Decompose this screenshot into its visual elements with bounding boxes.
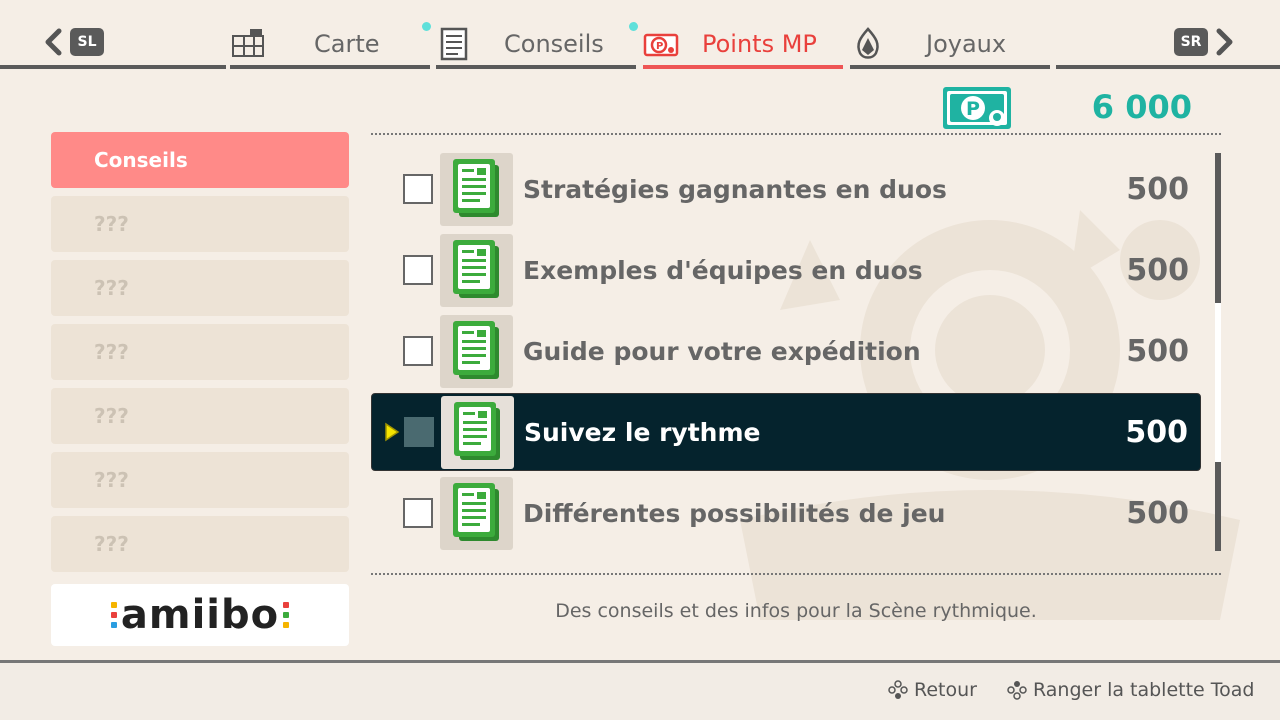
svg-text:P: P	[966, 98, 980, 120]
list-item[interactable]: Stratégies gagnantes en duos 500	[371, 150, 1201, 228]
top-tab-bar: SL Carte Conseils P Points MP Joyaux SR	[0, 0, 1280, 70]
points-balance: 6 000	[1091, 88, 1192, 126]
back-button[interactable]: Retour	[888, 679, 977, 701]
sidebar-item-label: ???	[94, 532, 129, 556]
item-title: Exemples d'équipes en duos	[523, 255, 923, 285]
amiibo-logo: amiibo	[120, 592, 280, 638]
right-shoulder-button[interactable]: SR	[1174, 28, 1236, 56]
tab-label-carte: Carte	[314, 30, 380, 58]
list-item[interactable]: Suivez le rythme 500	[371, 393, 1201, 471]
scrollbar-thumb[interactable]	[1215, 153, 1221, 303]
divider-top	[371, 133, 1221, 135]
chevron-right-icon	[1216, 28, 1233, 56]
tab-label-joyaux: Joyaux	[926, 30, 1007, 58]
list-item[interactable]: Exemples d'équipes en duos 500	[371, 231, 1201, 309]
tab-carte[interactable]: Carte	[230, 20, 380, 68]
mp-points-icon: P	[943, 87, 1011, 129]
item-price: 500	[1126, 171, 1189, 207]
button-x-icon	[1007, 681, 1027, 700]
checkbox[interactable]	[403, 336, 433, 366]
item-thumbnail	[440, 152, 513, 226]
notepad-icon	[440, 27, 468, 61]
tab-underline-points-mp	[643, 65, 843, 69]
map-icon	[232, 29, 264, 57]
sidebar-item-label: ???	[94, 404, 129, 428]
tab-underline-carte	[230, 65, 430, 69]
scrollbar-thumb[interactable]	[1215, 462, 1221, 551]
item-title: Stratégies gagnantes en duos	[523, 174, 947, 204]
item-description: Des conseils et des infos pour la Scène …	[555, 600, 1037, 622]
sidebar-item-locked[interactable]: ???	[51, 388, 349, 444]
document-icon	[453, 402, 500, 460]
category-sidebar: Conseils ??? ??? ??? ??? ??? ???	[51, 132, 349, 580]
sidebar-item-label: ???	[94, 468, 129, 492]
item-price: 500	[1126, 252, 1189, 288]
new-indicator-dot	[422, 22, 431, 31]
sidebar-item-locked[interactable]: ???	[51, 196, 349, 252]
selection-cursor-icon	[385, 422, 400, 442]
tab-points-mp[interactable]: P Points MP	[629, 20, 817, 68]
item-thumbnail	[440, 233, 513, 307]
list-item[interactable]: Différentes possibilités de jeu 500	[371, 474, 1201, 552]
button-b-icon	[888, 680, 908, 699]
amiibo-button[interactable]: amiibo	[51, 584, 349, 646]
checkbox[interactable]	[403, 174, 433, 204]
document-icon	[452, 240, 499, 298]
checkbox[interactable]	[404, 417, 434, 447]
chevron-left-icon	[45, 28, 62, 56]
checkbox[interactable]	[403, 498, 433, 528]
item-title: Suivez le rythme	[524, 417, 761, 447]
svg-text:P: P	[656, 41, 663, 52]
item-thumbnail	[440, 476, 513, 550]
item-title: Guide pour votre expédition	[523, 336, 921, 366]
item-thumbnail	[441, 395, 514, 469]
sr-badge: SR	[1174, 28, 1208, 56]
sidebar-item-label: ???	[94, 276, 129, 300]
tab-divider	[0, 65, 226, 69]
document-icon	[452, 321, 499, 379]
amiibo-dots-left	[110, 602, 117, 628]
item-price: 500	[1126, 495, 1189, 531]
sl-badge: SL	[70, 28, 104, 56]
sidebar-item-locked[interactable]: ???	[51, 516, 349, 572]
mp-points-icon: P	[643, 33, 679, 57]
new-indicator-dot	[629, 22, 638, 31]
sidebar-item-label: ???	[94, 340, 129, 364]
left-shoulder-button[interactable]: SL	[42, 28, 104, 56]
tab-divider	[1056, 65, 1280, 69]
close-tablet-button[interactable]: Ranger la tablette Toad	[1007, 679, 1255, 701]
divider-bottom	[371, 573, 1221, 575]
tab-conseils[interactable]: Conseils	[422, 20, 604, 68]
sidebar-item-label: ???	[94, 212, 129, 236]
sidebar-item-label: Conseils	[94, 148, 188, 172]
tab-label-points-mp: Points MP	[702, 30, 817, 58]
footer-bar: Retour Ranger la tablette Toad	[0, 663, 1280, 720]
item-price: 500	[1125, 414, 1188, 450]
sidebar-item-locked[interactable]: ???	[51, 324, 349, 380]
back-label: Retour	[914, 679, 977, 701]
item-thumbnail	[440, 314, 513, 388]
item-price: 500	[1126, 333, 1189, 369]
close-label: Ranger la tablette Toad	[1033, 679, 1255, 701]
amiibo-dots-right	[283, 602, 290, 628]
list-item[interactable]: Guide pour votre expédition 500	[371, 312, 1201, 390]
sidebar-item-locked[interactable]: ???	[51, 260, 349, 316]
document-icon	[452, 483, 499, 541]
sidebar-item-locked[interactable]: ???	[51, 452, 349, 508]
shop-list: Stratégies gagnantes en duos 500 Exemples …	[371, 150, 1201, 555]
item-title: Différentes possibilités de jeu	[523, 498, 946, 528]
tab-underline-joyaux	[850, 65, 1050, 69]
checkbox[interactable]	[403, 255, 433, 285]
tab-joyaux[interactable]: Joyaux	[850, 20, 1006, 68]
sidebar-item-conseils[interactable]: Conseils	[51, 132, 349, 188]
gem-icon	[857, 27, 879, 59]
tab-underline-conseils	[436, 65, 636, 69]
document-icon	[452, 159, 499, 217]
tab-label-conseils: Conseils	[504, 30, 604, 58]
